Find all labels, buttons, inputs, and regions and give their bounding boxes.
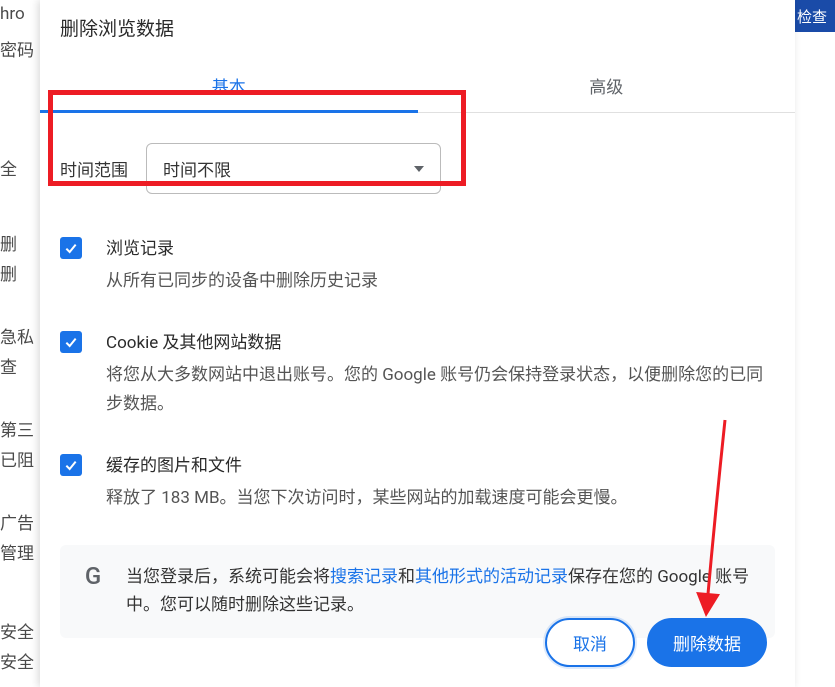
cookies-title: Cookie 及其他网站数据 <box>106 328 775 353</box>
dialog-title: 删除浏览数据 <box>40 0 795 59</box>
history-checkbox[interactable] <box>60 237 82 259</box>
cookies-desc: 将您从大多数网站中退出账号。您的 Google 账号仍会保持登录状态，以便删除您… <box>106 361 775 419</box>
tab-advanced[interactable]: 高级 <box>418 59 796 112</box>
cache-checkbox[interactable] <box>60 454 82 476</box>
cache-item: 缓存的图片和文件 释放了 183 MB。当您下次访问时，某些网站的加载速度可能会… <box>60 451 775 513</box>
activity-link[interactable]: 其他形式的活动记录 <box>415 567 568 587</box>
search-history-link[interactable]: 搜索记录 <box>330 567 398 587</box>
history-desc: 从所有已同步的设备中删除历史记录 <box>106 267 775 296</box>
time-range-label: 时间范围 <box>60 156 128 181</box>
time-range-value: 时间不限 <box>163 156 231 181</box>
dialog-buttons: 取消 删除数据 <box>545 618 767 667</box>
background-sidebar: hro 密码 全 删 删 急私 查 第三 已阻 广告 管理 安全 安全 <box>0 0 40 687</box>
tab-basic[interactable]: 基本 <box>40 59 418 112</box>
cookies-item: Cookie 及其他网站数据 将您从大多数网站中退出账号。您的 Google 账… <box>60 328 775 419</box>
time-range-dropdown[interactable]: 时间不限 <box>146 143 441 194</box>
google-icon: G <box>80 563 106 589</box>
cookies-checkbox[interactable] <box>60 331 82 353</box>
chevron-down-icon <box>414 166 424 172</box>
cache-desc: 释放了 183 MB。当您下次访问时，某些网站的加载速度可能会更慢。 <box>106 484 775 513</box>
check-icon <box>63 334 79 350</box>
check-icon <box>63 457 79 473</box>
time-range-row: 时间范围 时间不限 <box>60 143 775 194</box>
clear-browsing-data-dialog: 删除浏览数据 基本 高级 时间范围 时间不限 浏览记录 从所有已同步的设备中删除… <box>40 0 795 687</box>
background-check-button: 检查 <box>789 0 835 32</box>
cancel-button[interactable]: 取消 <box>545 618 635 667</box>
cache-title: 缓存的图片和文件 <box>106 451 775 476</box>
history-item: 浏览记录 从所有已同步的设备中删除历史记录 <box>60 234 775 296</box>
confirm-button[interactable]: 删除数据 <box>647 618 767 667</box>
info-text: 当您登录后，系统可能会将搜索记录和其他形式的活动记录保存在您的 Google 账… <box>126 563 755 621</box>
history-title: 浏览记录 <box>106 234 775 259</box>
check-icon <box>63 240 79 256</box>
dialog-tabs: 基本 高级 <box>40 59 795 113</box>
